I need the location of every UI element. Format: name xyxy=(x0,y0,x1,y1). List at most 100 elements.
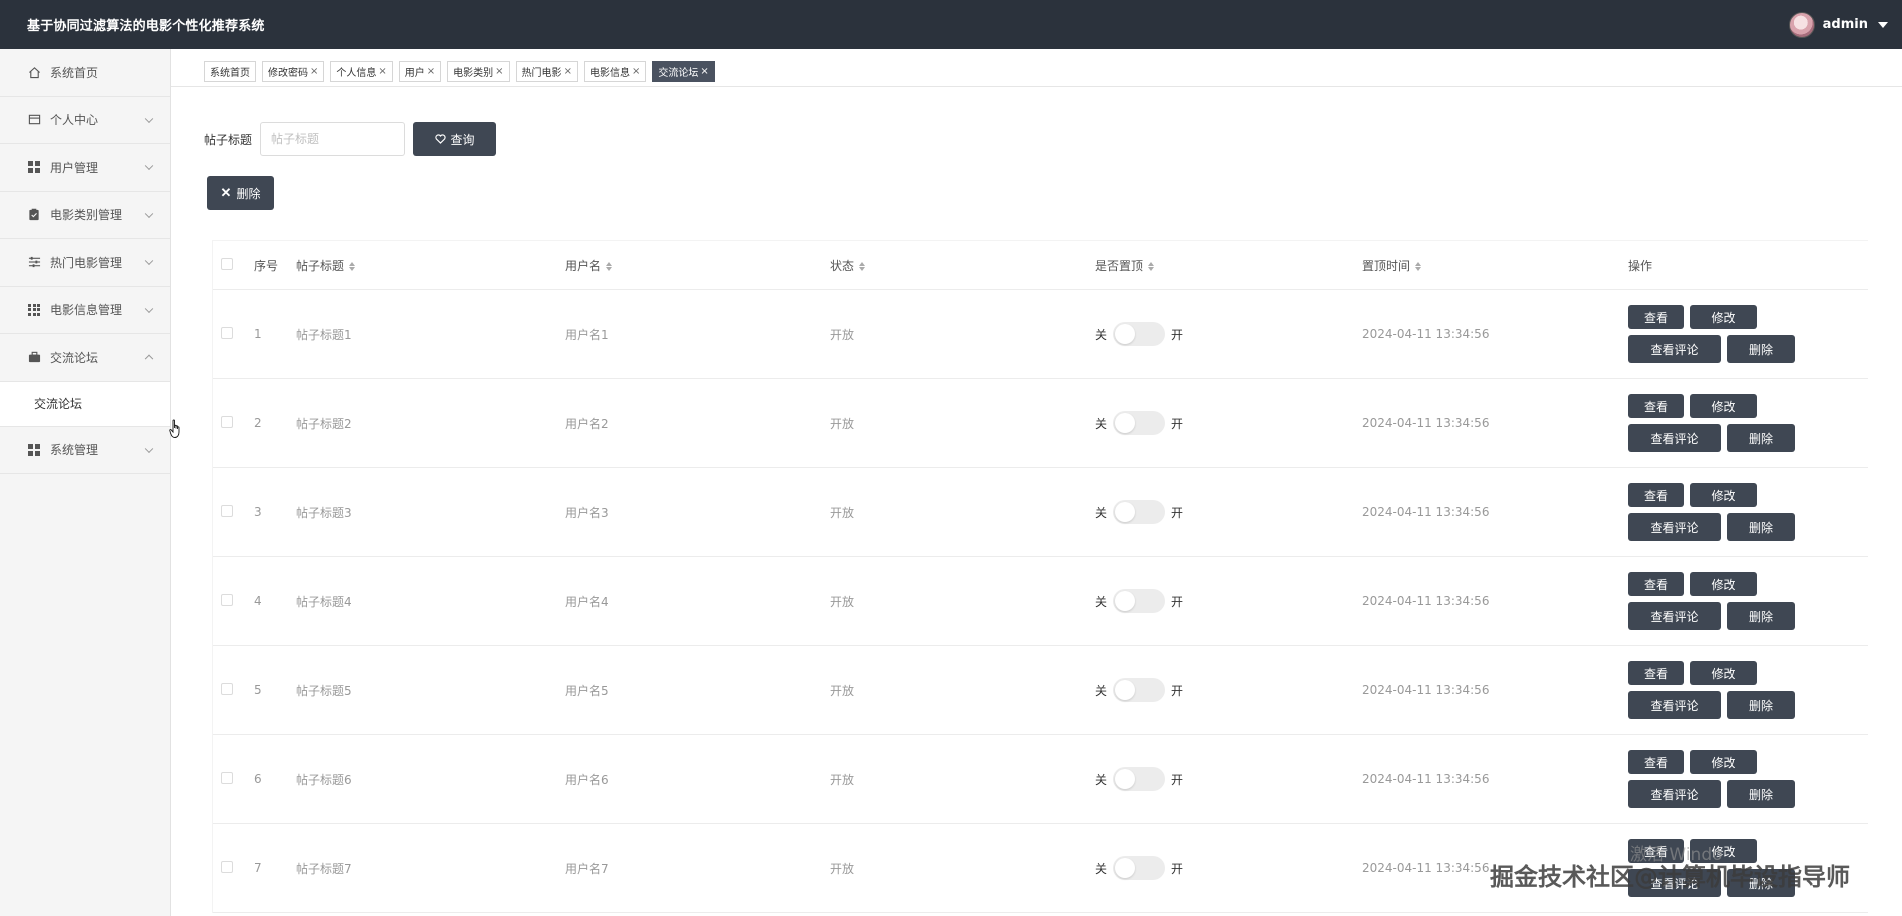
cell-user: 用户名5 xyxy=(565,683,609,698)
cell-index: 5 xyxy=(254,683,262,697)
view-button[interactable]: 查看 xyxy=(1628,394,1684,418)
sidebar-item-label: 用户管理 xyxy=(50,160,99,175)
close-icon[interactable]: × xyxy=(378,66,386,77)
view-button[interactable]: 查看 xyxy=(1628,750,1684,774)
view-comments-button[interactable]: 查看评论 xyxy=(1628,424,1721,452)
edit-button[interactable]: 修改 xyxy=(1690,572,1757,596)
header-ops: 操作 xyxy=(1628,258,1653,273)
view-comments-button[interactable]: 查看评论 xyxy=(1628,602,1721,630)
top-switch-group: 关开 xyxy=(1095,322,1362,346)
grid-icon xyxy=(27,160,41,174)
view-comments-button[interactable]: 查看评论 xyxy=(1628,780,1721,808)
bulk-delete-button[interactable]: ✕ 删除 xyxy=(207,176,274,210)
sort-icon[interactable] xyxy=(859,261,866,271)
home-icon xyxy=(27,65,41,79)
select-all-checkbox[interactable] xyxy=(221,257,233,270)
tab-personal-info[interactable]: 个人信息 × xyxy=(330,61,393,82)
search-button[interactable]: 查询 xyxy=(413,122,497,156)
tab-movie-category[interactable]: 电影类别 × xyxy=(447,61,510,82)
view-button[interactable]: 查看 xyxy=(1628,661,1684,685)
sidebar-subitem-forum[interactable]: 交流论坛 xyxy=(0,381,170,427)
sidebar-item-forum[interactable]: 交流论坛 xyxy=(0,334,170,382)
close-icon[interactable]: × xyxy=(495,66,503,77)
avatar[interactable] xyxy=(1788,11,1815,38)
delete-button[interactable]: 删除 xyxy=(1727,424,1795,452)
sort-icon[interactable] xyxy=(1415,261,1422,271)
close-icon[interactable]: × xyxy=(564,66,572,77)
chevron-down-icon xyxy=(144,444,154,453)
view-comments-button[interactable]: 查看评论 xyxy=(1628,335,1721,363)
delete-button[interactable]: 删除 xyxy=(1727,780,1795,808)
top-toggle[interactable] xyxy=(1113,322,1166,346)
close-icon[interactable]: × xyxy=(310,66,318,77)
tab-label: 系统首页 xyxy=(210,68,250,79)
tab-hot-movies[interactable]: 热门电影 × xyxy=(515,61,578,82)
header-title[interactable]: 帖子标题 xyxy=(296,257,565,274)
switch-off-label: 关 xyxy=(1095,772,1108,787)
row-checkbox[interactable] xyxy=(221,326,233,339)
row-checkbox[interactable] xyxy=(221,682,233,695)
tab-home[interactable]: 系统首页 xyxy=(204,61,256,82)
user-menu[interactable]: admin xyxy=(1788,11,1888,38)
tab-forum[interactable]: 交流论坛 × xyxy=(652,61,715,82)
sidebar-item-movie-category[interactable]: 电影类别管理 xyxy=(0,192,170,239)
top-toggle[interactable] xyxy=(1113,678,1166,702)
table-row: 5 帖子标题5 用户名5 开放关开 2024-04-11 13:34:56 查看 修改 查看评… xyxy=(213,646,1868,735)
view-comments-button[interactable]: 查看评论 xyxy=(1628,691,1721,719)
edit-button[interactable]: 修改 xyxy=(1690,394,1757,418)
sidebar-item-label: 个人中心 xyxy=(50,113,99,128)
edit-button[interactable]: 修改 xyxy=(1690,661,1757,685)
edit-button[interactable]: 修改 xyxy=(1690,305,1757,329)
view-button[interactable]: 查看 xyxy=(1628,572,1684,596)
cell-index: 7 xyxy=(254,861,262,875)
close-icon[interactable]: × xyxy=(632,66,640,77)
sidebar-item-personal[interactable]: 个人中心 xyxy=(0,97,170,144)
top-toggle[interactable] xyxy=(1113,856,1166,880)
sort-icon[interactable] xyxy=(349,261,356,271)
delete-button[interactable]: 删除 xyxy=(1727,513,1795,541)
caret-down-icon[interactable] xyxy=(1878,21,1888,28)
edit-button[interactable]: 修改 xyxy=(1690,750,1757,774)
sort-icon[interactable] xyxy=(1148,261,1155,271)
hand-cursor-icon xyxy=(169,419,180,438)
view-button[interactable]: 查看 xyxy=(1628,483,1684,507)
top-toggle[interactable] xyxy=(1113,589,1166,613)
sidebar-item-hot-movies[interactable]: 热门电影管理 xyxy=(0,239,170,287)
search-button-label: 查询 xyxy=(450,132,475,147)
sort-icon[interactable] xyxy=(606,261,613,271)
row-checkbox[interactable] xyxy=(221,860,233,873)
tab-change-password[interactable]: 修改密码 × xyxy=(262,61,325,82)
close-icon[interactable]: × xyxy=(700,66,708,77)
delete-button[interactable]: 删除 xyxy=(1727,335,1795,363)
row-checkbox[interactable] xyxy=(221,771,233,784)
view-comments-button[interactable]: 查看评论 xyxy=(1628,513,1721,541)
view-button[interactable]: 查看 xyxy=(1628,305,1684,329)
top-toggle[interactable] xyxy=(1113,767,1166,791)
sidebar-item-movie-info[interactable]: 电影信息管理 xyxy=(0,287,170,334)
switch-on-label: 开 xyxy=(1171,861,1184,876)
header-time[interactable]: 置顶时间 xyxy=(1362,257,1628,274)
tab-movie-info[interactable]: 电影信息 × xyxy=(583,61,647,82)
sidebar-item-system[interactable]: 系统管理 xyxy=(0,427,170,474)
user-name[interactable]: admin xyxy=(1823,17,1868,32)
sidebar-item-home[interactable]: 系统首页 xyxy=(0,49,170,97)
cell-title: 帖子标题4 xyxy=(296,594,352,609)
header-top[interactable]: 是否置顶 xyxy=(1095,257,1362,274)
delete-button[interactable]: 删除 xyxy=(1727,602,1795,630)
cell-user: 用户名3 xyxy=(565,505,609,520)
row-checkbox[interactable] xyxy=(221,504,233,517)
edit-button[interactable]: 修改 xyxy=(1690,483,1757,507)
row-checkbox[interactable] xyxy=(221,415,233,428)
close-icon[interactable]: × xyxy=(427,66,435,77)
top-switch-group: 关开 xyxy=(1095,767,1362,791)
tab-user[interactable]: 用户 × xyxy=(398,61,442,82)
top-toggle[interactable] xyxy=(1113,411,1166,435)
top-toggle[interactable] xyxy=(1113,500,1166,524)
table-row: 2 帖子标题2 用户名2 开放关开 2024-04-11 13:34:56 查看 修改 查看评… xyxy=(213,379,1868,468)
row-checkbox[interactable] xyxy=(221,593,233,606)
search-input[interactable] xyxy=(260,122,406,156)
sidebar-item-users[interactable]: 用户管理 xyxy=(0,144,170,192)
header-user[interactable]: 用户名 xyxy=(565,257,830,274)
delete-button[interactable]: 删除 xyxy=(1727,691,1795,719)
header-state[interactable]: 状态 xyxy=(830,257,1095,274)
